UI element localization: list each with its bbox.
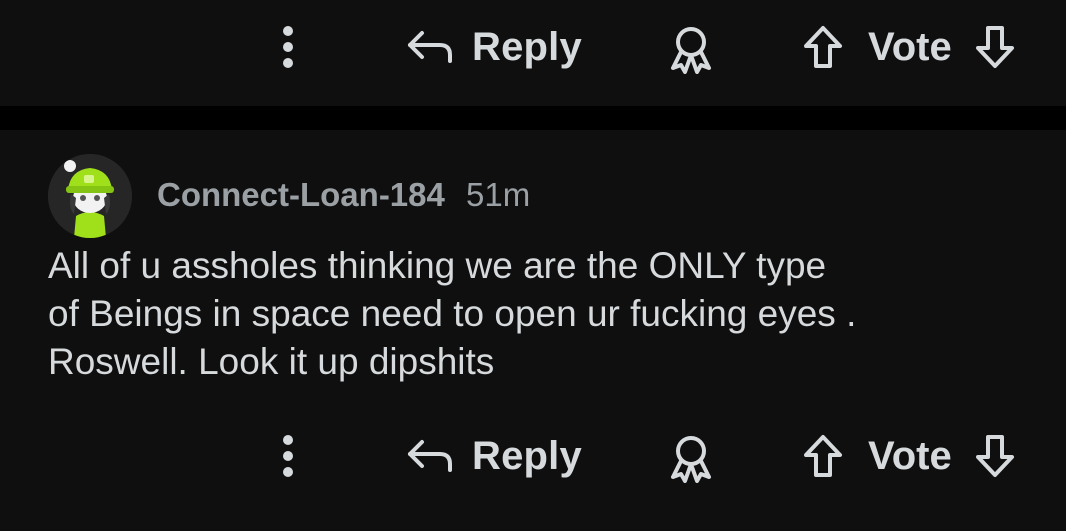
vote-label: Vote xyxy=(868,24,952,69)
avatar[interactable] xyxy=(48,154,132,238)
reply-arrow-icon xyxy=(408,31,452,63)
more-options-button[interactable] xyxy=(272,21,304,73)
comment-card: Connect-Loan-184 51m All of u assholes t… xyxy=(0,130,1066,531)
award-ribbon-icon xyxy=(671,436,711,483)
snoo-avatar-icon xyxy=(48,154,132,238)
comment-text-line: of Beings in space need to open ur fucki… xyxy=(48,293,857,334)
comment-action-bar: Reply Vote xyxy=(0,426,1066,486)
vote-group: Vote xyxy=(800,426,1018,486)
comment-body: All of u assholes thinking we are the ON… xyxy=(48,242,1008,386)
comment-action-bar: Reply Vote xyxy=(0,17,1066,77)
comment-text-line: All of u assholes thinking we are the ON… xyxy=(48,245,827,286)
reply-button[interactable]: Reply xyxy=(404,426,582,486)
arrow-up-icon xyxy=(804,435,842,477)
reply-button[interactable]: Reply xyxy=(404,17,582,77)
more-vertical-icon xyxy=(283,435,293,477)
arrow-down-icon xyxy=(975,26,1014,68)
reply-arrow-icon xyxy=(408,440,452,472)
comment-thread: Reply Vote Connect-Loan-184 51m All of u… xyxy=(0,0,1066,531)
award-button[interactable] xyxy=(665,432,717,484)
award-ribbon-icon xyxy=(671,27,711,74)
more-vertical-icon xyxy=(283,26,293,68)
comment-author[interactable]: Connect-Loan-184 xyxy=(157,176,445,214)
upvote-button[interactable] xyxy=(800,430,846,482)
arrow-down-icon xyxy=(975,435,1014,477)
previous-comment-card: Reply Vote xyxy=(0,0,1066,106)
arrow-up-icon xyxy=(804,26,842,68)
award-button[interactable] xyxy=(665,23,717,75)
comment-separator xyxy=(0,106,1066,130)
comment-text-line: Roswell. Look it up dipshits xyxy=(48,341,495,382)
upvote-button[interactable] xyxy=(800,21,846,73)
reply-label: Reply xyxy=(472,24,582,69)
vote-group: Vote xyxy=(800,17,1018,77)
downvote-button[interactable] xyxy=(972,430,1018,482)
more-options-button[interactable] xyxy=(272,430,304,482)
comment-timestamp: 51m xyxy=(466,176,531,213)
downvote-button[interactable] xyxy=(972,21,1018,73)
reply-label: Reply xyxy=(472,433,582,478)
vote-label: Vote xyxy=(868,433,952,478)
